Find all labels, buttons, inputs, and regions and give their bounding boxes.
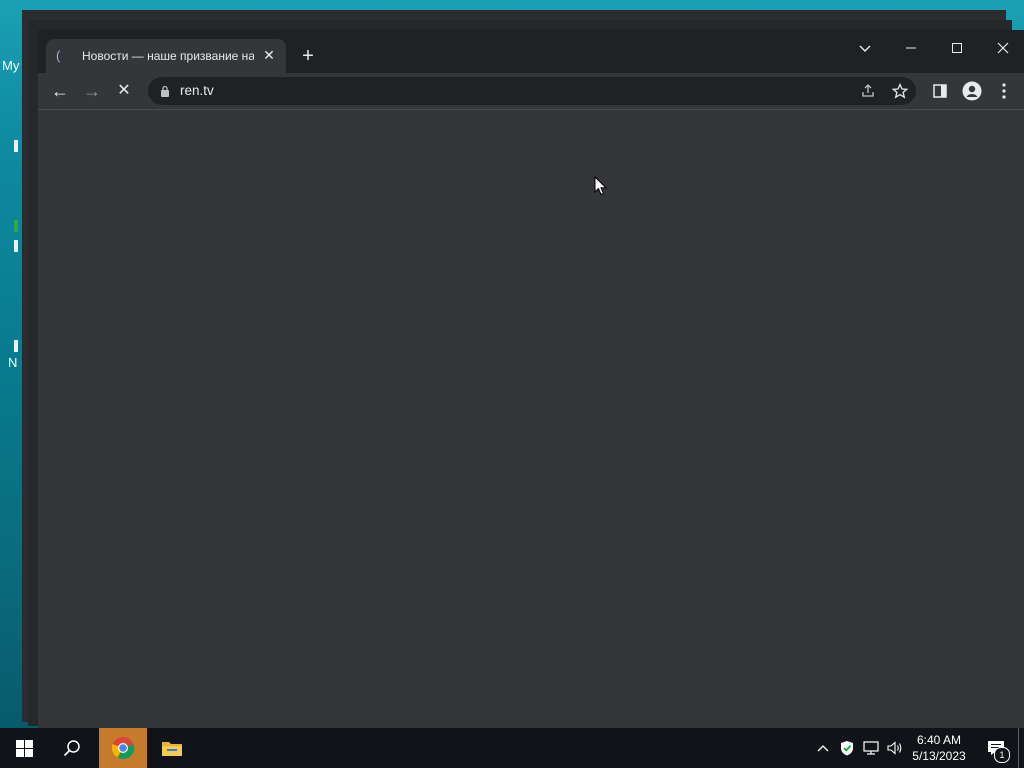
address-bar[interactable]: ren.tv — [148, 77, 916, 105]
tray-volume-button[interactable] — [884, 728, 906, 768]
taskbar-file-explorer-button[interactable] — [148, 728, 196, 768]
more-vert-icon — [1002, 83, 1006, 99]
tray-security-button[interactable] — [836, 728, 858, 768]
browser-window: ( Новости — наше призвание на ✕ + ← → ✕ … — [38, 30, 1024, 728]
windows-logo-icon — [15, 739, 33, 757]
desktop-icon-label-my-computer[interactable]: My — [2, 58, 19, 73]
bookmark-star-icon[interactable] — [890, 81, 910, 101]
tab-close-icon[interactable]: ✕ — [260, 46, 278, 64]
tab-title: Новости — наше призвание на — [82, 49, 254, 63]
chevron-up-icon — [817, 745, 829, 752]
notification-count-badge: 1 — [994, 747, 1010, 763]
tab-active[interactable]: ( Новости — наше призвание на ✕ — [46, 39, 286, 73]
url-text: ren.tv — [180, 83, 214, 98]
clock-time: 6:40 AM — [916, 733, 962, 747]
browser-toolbar: ← → ✕ ren.tv — [38, 73, 1024, 110]
browser-menu-button[interactable] — [990, 77, 1018, 105]
tab-search-button[interactable] — [842, 34, 888, 62]
maximize-icon — [952, 43, 962, 53]
minimize-button[interactable] — [888, 34, 934, 62]
mouse-cursor-icon — [594, 176, 608, 196]
stop-loading-button[interactable]: ✕ — [110, 77, 138, 105]
desktop-icon-label[interactable]: N — [8, 355, 17, 370]
lock-icon — [161, 85, 169, 97]
forward-button[interactable]: → — [78, 77, 106, 105]
desktop-icon-fragment[interactable] — [14, 340, 18, 352]
share-icon[interactable] — [858, 81, 878, 101]
profile-avatar-icon — [962, 81, 982, 101]
new-tab-button[interactable]: + — [296, 44, 320, 68]
minimize-icon — [906, 47, 916, 49]
taskbar-chrome-button[interactable] — [99, 728, 147, 768]
clock[interactable]: 6:40 AM 5/13/2023 — [904, 728, 974, 768]
close-icon — [997, 42, 1009, 54]
tray-network-button[interactable] — [860, 728, 882, 768]
show-desktop-button[interactable] — [1018, 728, 1019, 768]
clock-date: 5/13/2023 — [912, 749, 966, 763]
folder-icon — [162, 742, 182, 756]
side-panel-button[interactable] — [926, 77, 954, 105]
start-button[interactable] — [0, 728, 48, 768]
desktop-icon-fragment[interactable] — [14, 220, 18, 232]
maximize-button[interactable] — [934, 34, 980, 62]
search-button[interactable] — [48, 728, 96, 768]
profile-button[interactable] — [958, 77, 986, 105]
close-window-button[interactable] — [980, 34, 1024, 62]
chevron-down-icon — [859, 45, 871, 52]
desktop-icon-fragment[interactable] — [14, 140, 18, 152]
desktop-icon-fragment[interactable] — [14, 240, 18, 252]
taskbar: 6:40 AM 5/13/2023 1 — [0, 728, 1024, 768]
loading-spinner-icon: ( — [56, 48, 61, 63]
network-icon — [863, 741, 879, 755]
shield-check-icon — [841, 741, 853, 756]
page-content[interactable] — [38, 110, 1024, 728]
speaker-icon — [887, 741, 902, 755]
search-icon — [63, 740, 80, 757]
side-panel-icon — [933, 84, 947, 98]
back-button[interactable]: ← — [46, 77, 74, 105]
tab-strip: ( Новости — наше призвание на ✕ + — [38, 30, 1024, 73]
chrome-icon — [111, 737, 135, 760]
show-hidden-icons-button[interactable] — [812, 728, 834, 768]
action-center-button[interactable]: 1 — [976, 728, 1016, 768]
